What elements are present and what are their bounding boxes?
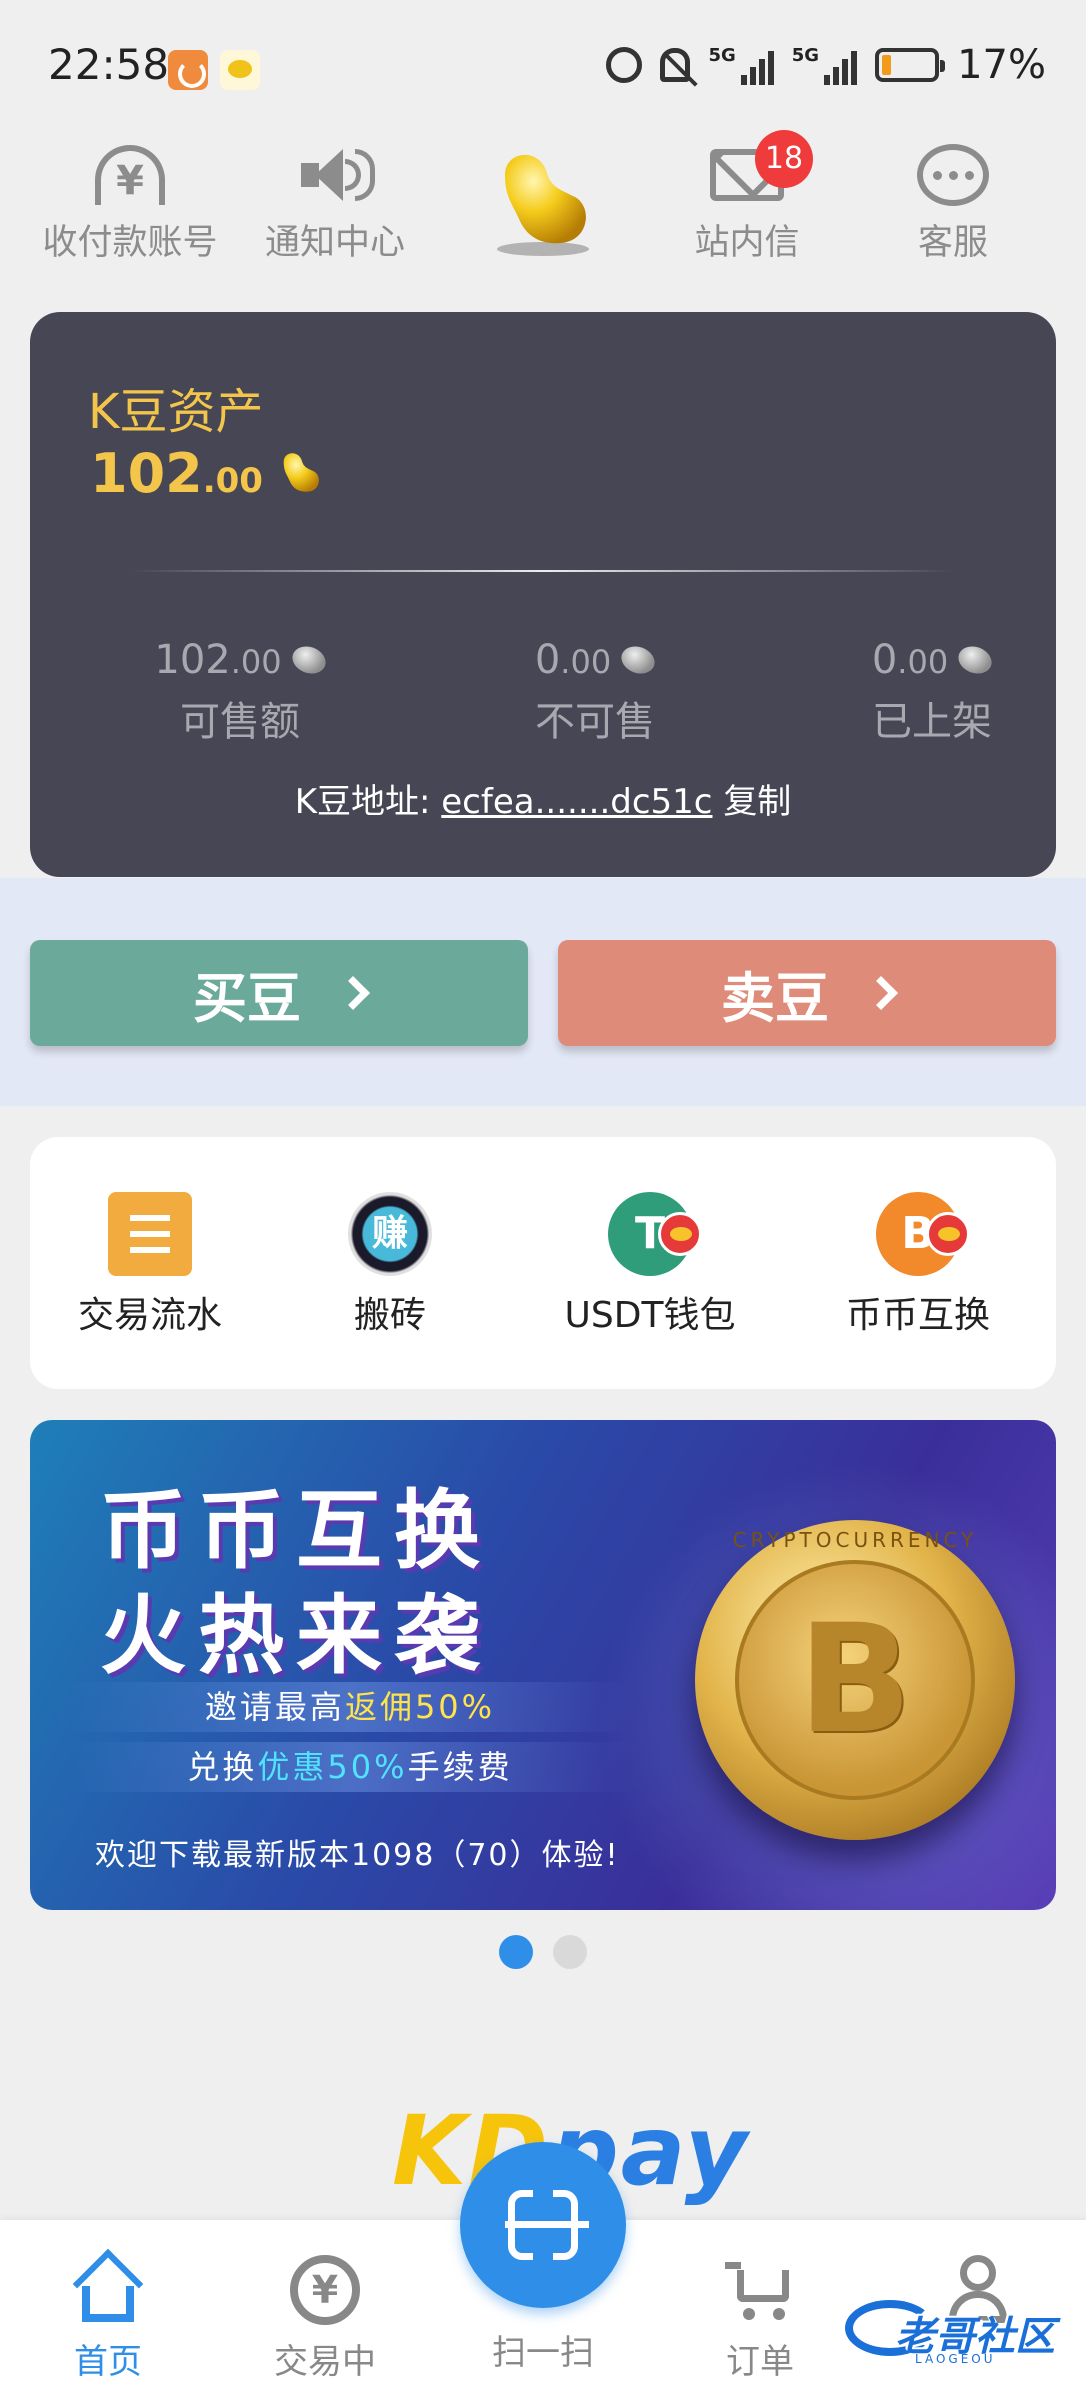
listed-dec: .00: [897, 643, 949, 681]
customer-service-button[interactable]: 客服: [853, 140, 1053, 265]
shield-app-icon: [168, 50, 208, 90]
address-label: K豆地址:: [294, 782, 431, 822]
banner-fee-strip: 兑换优惠50%手续费: [70, 1742, 630, 1792]
buy-bean-button[interactable]: 买豆: [30, 940, 528, 1046]
bean-icon: [954, 641, 996, 679]
asset-total-dec: .00: [202, 461, 263, 501]
bean-app-icon: [220, 50, 260, 90]
earn-tile[interactable]: 赚 搬砖: [270, 1192, 510, 1338]
usdt-wallet-label: USDT钱包: [564, 1295, 736, 1336]
nav-trading[interactable]: ¥ 交易中: [235, 2250, 415, 2383]
inbox-button[interactable]: 站内信: [647, 140, 847, 265]
banner-headline-2: 火热来袭: [100, 1586, 492, 1686]
unsellable-stat: 0.00 不可售: [475, 637, 715, 747]
transaction-history-tile[interactable]: 交易流水: [30, 1192, 270, 1338]
watermark-logo: 老哥社区 LAOGEOU: [845, 2290, 1075, 2370]
notification-center-label: 通知中心: [264, 223, 405, 263]
scan-icon: [505, 2187, 589, 2271]
bean-icon: [288, 641, 330, 679]
chevron-right-icon: [864, 976, 898, 1010]
status-indicators: 5G 5G 17%: [606, 42, 1046, 88]
unsellable-int: 0: [534, 637, 561, 683]
mute-icon: [660, 48, 691, 82]
banner-invite-strip: 邀请最高返佣50%: [70, 1682, 630, 1732]
usdt-wallet-icon: T: [608, 1192, 702, 1276]
trading-icon: ¥: [290, 2255, 360, 2325]
sellable-int: 102: [154, 637, 231, 683]
banner-footer: 欢迎下载最新版本1098（70）体验!: [95, 1838, 620, 1873]
notification-center-button[interactable]: 通知中心: [235, 140, 435, 265]
sell-bean-label: 卖豆: [721, 966, 829, 1030]
nav-home-label: 首页: [74, 2342, 142, 2382]
sellable-dec: .00: [230, 643, 282, 681]
chat-icon: [917, 144, 989, 206]
coin-swap-tile[interactable]: B 币币互换: [798, 1192, 1038, 1338]
asset-title: K豆资产: [88, 384, 264, 440]
bean-icon: [617, 641, 659, 679]
bean-address-row: K豆地址: ecfea.......dc51c 复制: [30, 774, 1056, 823]
unsellable-label: 不可售: [535, 699, 655, 745]
sellable-stat: 102.00 可售额: [120, 637, 360, 747]
home-icon: [70, 2248, 146, 2322]
asset-total: 102 .00: [90, 442, 329, 505]
earn-icon: 赚: [348, 1192, 432, 1276]
payment-account-button[interactable]: ¥ 收付款账号: [30, 140, 230, 265]
banner-pagination: [0, 1935, 1086, 1969]
transaction-history-label: 交易流水: [77, 1295, 222, 1336]
signal-icon: 5G: [792, 45, 858, 85]
cart-icon: [725, 2260, 795, 2320]
speaker-icon: [295, 145, 375, 205]
listed-label: 已上架: [872, 699, 992, 745]
status-time: 22:58: [48, 40, 170, 89]
sell-bean-button[interactable]: 卖豆: [558, 940, 1056, 1046]
earn-label: 搬砖: [353, 1295, 426, 1336]
customer-service-label: 客服: [917, 223, 988, 263]
sellable-label: 可售额: [180, 699, 300, 745]
chevron-right-icon: [336, 976, 370, 1010]
quick-actions: 交易流水 赚 搬砖 T USDT钱包 B 币币互换: [30, 1137, 1056, 1389]
nav-home[interactable]: 首页: [18, 2248, 198, 2383]
coin-swap-label: 币币互换: [845, 1295, 990, 1336]
bitcoin-coin-image: CRYPTOCURRENCY B: [695, 1520, 1015, 1840]
unsellable-dec: .00: [560, 643, 612, 681]
usdt-wallet-tile[interactable]: T USDT钱包: [530, 1192, 770, 1338]
gold-bean-icon: [283, 452, 319, 492]
pagination-dot[interactable]: [499, 1935, 533, 1969]
asset-card: K豆资产 102 .00 102.00 可售额 0.00 不可售 0.00 已上…: [30, 312, 1056, 877]
scan-label: 扫一扫: [492, 2333, 594, 2373]
coin-swap-icon: B: [876, 1192, 970, 1276]
asset-total-int: 102: [90, 442, 203, 505]
buy-bean-label: 买豆: [193, 966, 301, 1030]
battery-percent: 17%: [957, 42, 1046, 88]
signal-icon: 5G: [708, 45, 774, 85]
inbox-label: 站内信: [694, 223, 800, 263]
unread-badge: 18: [755, 130, 813, 188]
gold-bean-logo-icon[interactable]: [485, 145, 600, 260]
payment-account-label: 收付款账号: [42, 223, 218, 263]
nav-orders-label: 订单: [726, 2342, 794, 2382]
listed-stat: 0.00 已上架: [812, 637, 1052, 747]
nav-trading-label: 交易中: [274, 2342, 376, 2382]
pagination-dot[interactable]: [553, 1935, 587, 1969]
transaction-list-icon: [108, 1192, 192, 1276]
asset-divider: [130, 570, 956, 572]
scan-button[interactable]: [460, 2142, 626, 2308]
copy-address-button[interactable]: 复制: [723, 782, 791, 822]
address-value[interactable]: ecfea.......dc51c: [441, 782, 712, 822]
status-bar: 22:58 5G 5G 17%: [0, 0, 1086, 130]
alarm-icon: [606, 47, 643, 83]
trade-band: 买豆 卖豆: [0, 878, 1086, 1106]
promo-banner[interactable]: 币币互换 火热来袭 邀请最高返佣50% 兑换优惠50%手续费 欢迎下载最新版本1…: [30, 1420, 1056, 1910]
listed-int: 0: [871, 637, 898, 683]
battery-icon: [875, 48, 946, 82]
nav-orders[interactable]: 订单: [670, 2250, 850, 2383]
yen-icon: ¥: [95, 145, 165, 205]
